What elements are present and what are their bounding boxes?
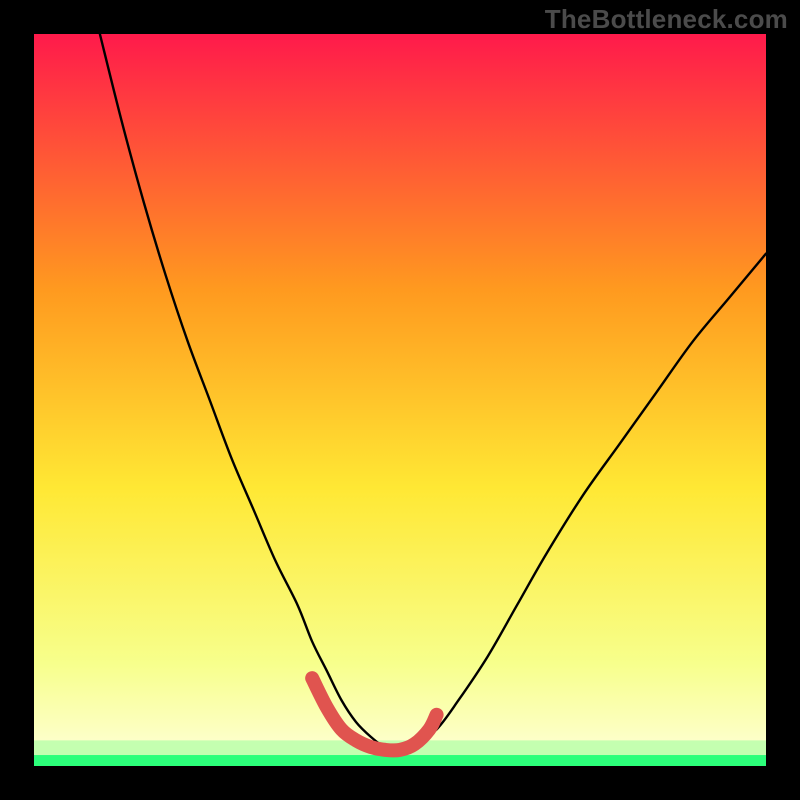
chart-frame: TheBottleneck.com [0,0,800,800]
plot-background [34,34,766,766]
watermark-text: TheBottleneck.com [545,4,788,35]
bottleneck-chart [0,0,800,800]
